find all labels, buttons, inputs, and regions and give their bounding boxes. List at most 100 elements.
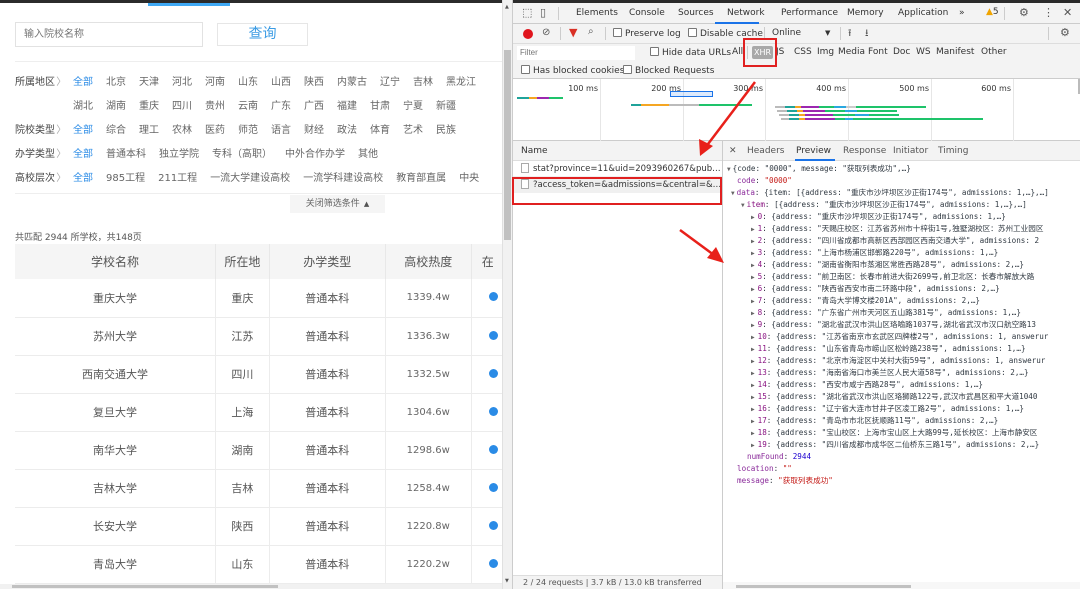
import-har-icon[interactable]: ⭱ (848, 26, 852, 43)
filter-option[interactable]: 内蒙古 (337, 73, 367, 88)
filter-option[interactable]: 天津 (139, 73, 159, 88)
settings-gear-icon[interactable]: ⚙ (1019, 6, 1029, 19)
close-detail-icon[interactable]: ✕ (729, 146, 737, 156)
filter-option[interactable]: 一流大学建设高校 (210, 169, 290, 184)
filter-option[interactable]: 重庆 (139, 97, 159, 112)
filter-option[interactable]: 985工程 (106, 169, 145, 184)
json-array-item[interactable]: ▶ 12: {address: "北京市海淀区中关村大街59号", admissi… (727, 355, 1080, 367)
json-array-item[interactable]: ▶ 4: {address: "湖南省衡阳市蒸湘区常胜西路28号", admiss… (727, 259, 1080, 271)
column-header-location[interactable]: 所在地 (215, 244, 270, 279)
expand-triangle-icon[interactable]: ▶ (751, 298, 755, 305)
filter-option[interactable]: 全部 (73, 73, 93, 88)
timeline-selection[interactable] (670, 91, 713, 97)
column-header-name[interactable]: Name (513, 141, 722, 161)
filter-option[interactable]: 中央 (459, 169, 479, 184)
json-array-item[interactable]: ▶ 11: {address: "山东省青岛市崂山区松岭路238号", admis… (727, 343, 1080, 355)
expand-triangle-icon[interactable]: ▼ (727, 166, 731, 173)
json-array-item[interactable]: ▶ 8: {address: "广东省广州市天河区五山路381号", admiss… (727, 307, 1080, 319)
chat-bubble-icon[interactable] (489, 444, 499, 454)
expand-triangle-icon[interactable]: ▶ (751, 418, 755, 425)
expand-triangle-icon[interactable]: ▶ (751, 274, 755, 281)
page-vertical-scrollbar[interactable]: ▲ ▼ (502, 0, 512, 589)
filter-option[interactable]: 新疆 (436, 97, 456, 112)
expand-triangle-icon[interactable]: ▶ (751, 334, 755, 341)
filter-option[interactable]: 中外合作办学 (285, 145, 345, 160)
close-filters-button[interactable]: 关闭筛选条件 ▲ (290, 195, 385, 213)
type-filter-js[interactable]: JS (776, 47, 784, 57)
table-row[interactable]: 长安大学 陕西 普通本科 1220.8w (15, 507, 506, 546)
query-button[interactable]: 查询 (217, 23, 308, 46)
school-name-cell[interactable]: 南华大学 (15, 431, 217, 470)
school-name-cell[interactable]: 西南交通大学 (15, 355, 217, 394)
school-name-cell[interactable]: 复旦大学 (15, 393, 217, 432)
chat-bubble-icon[interactable] (489, 520, 499, 530)
scroll-down-icon[interactable]: ▼ (505, 578, 509, 584)
expand-triangle-icon[interactable]: ▶ (751, 358, 755, 365)
filter-option[interactable]: 综合 (106, 121, 126, 136)
scrollbar-thumb[interactable] (12, 585, 278, 588)
chat-bubble-icon[interactable] (489, 292, 499, 302)
table-row[interactable]: 青岛大学 山东 普通本科 1220.2w (15, 545, 506, 584)
column-header-heat[interactable]: 高校热度 (385, 244, 472, 279)
filter-option[interactable]: 福建 (337, 97, 357, 112)
filter-option[interactable]: 湖南 (106, 97, 126, 112)
filter-option[interactable]: 北京 (106, 73, 126, 88)
expand-triangle-icon[interactable]: ▶ (751, 238, 755, 245)
expand-triangle-icon[interactable]: ▶ (751, 286, 755, 293)
json-array-item[interactable]: ▶ 6: {address: "陕西省西安市南二环路中段", admissions… (727, 283, 1080, 295)
filter-option[interactable]: 师范 (238, 121, 258, 136)
tab-network[interactable]: Network (727, 8, 765, 18)
filter-input[interactable] (517, 46, 635, 60)
filter-option[interactable]: 农林 (172, 121, 192, 136)
online-consult-cell[interactable] (471, 431, 506, 470)
has-blocked-cookies-checkbox[interactable]: Has blocked cookies (521, 65, 624, 76)
filter-option[interactable]: 艺术 (403, 121, 423, 136)
filter-option[interactable]: 211工程 (158, 169, 197, 184)
type-filter-all[interactable]: All (732, 47, 743, 57)
table-row[interactable]: 南华大学 湖南 普通本科 1298.6w (15, 431, 506, 470)
filter-option[interactable]: 全部 (73, 145, 93, 160)
filter-option[interactable]: 其他 (358, 145, 378, 160)
warnings-badge[interactable]: ▲5 (986, 7, 999, 17)
filter-option[interactable]: 全部 (73, 169, 93, 184)
column-header-name[interactable]: 学校名称 (15, 244, 217, 279)
chat-bubble-icon[interactable] (489, 368, 499, 378)
tab-response[interactable]: Response (843, 146, 886, 156)
close-devtools-icon[interactable]: ✕ (1063, 6, 1072, 19)
more-tabs-button[interactable]: » (959, 8, 965, 18)
filter-option[interactable]: 民族 (436, 121, 456, 136)
table-row[interactable]: 重庆大学 重庆 普通本科 1339.4w (15, 279, 506, 318)
chat-bubble-icon[interactable] (489, 330, 499, 340)
filter-option[interactable]: 理工 (139, 121, 159, 136)
blocked-requests-checkbox[interactable]: Blocked Requests (623, 65, 714, 76)
export-har-icon[interactable]: ⭳ (865, 26, 869, 43)
search-icon[interactable]: ⌕ (588, 26, 594, 37)
expand-triangle-icon[interactable]: ▶ (751, 214, 755, 221)
filter-option[interactable]: 河北 (172, 73, 192, 88)
tab-console[interactable]: Console (629, 8, 665, 18)
json-array-item[interactable]: ▶ 2: {address: "四川省成都市高新区西部园区西南交通大学", adm… (727, 235, 1080, 247)
json-array-item[interactable]: ▶ 17: {address: "青岛市市北区抚顺路11号", admission… (727, 415, 1080, 427)
json-array-item[interactable]: ▶ 18: {address: "宝山校区：上海市宝山区上大路99号,延长校区：上… (727, 427, 1080, 439)
filter-option[interactable]: 广西 (304, 97, 324, 112)
expand-triangle-icon[interactable]: ▶ (751, 370, 755, 377)
json-array-item[interactable]: ▶ 7: {address: "青岛大学博文楼201A", admissions:… (727, 295, 1080, 307)
filter-option[interactable]: 财经 (304, 121, 324, 136)
record-icon[interactable] (523, 29, 533, 39)
school-name-cell[interactable]: 长安大学 (15, 507, 217, 546)
filter-option[interactable]: 河南 (205, 73, 225, 88)
filter-option[interactable]: 吉林 (413, 73, 433, 88)
device-toolbar-icon[interactable]: ▯ (540, 6, 546, 19)
online-consult-cell[interactable] (471, 317, 506, 356)
network-settings-gear-icon[interactable]: ⚙ (1060, 26, 1070, 39)
throttling-select[interactable]: Online ▼ (772, 28, 830, 38)
json-array-item[interactable]: ▶ 0: {address: "重庆市沙坪坝区沙正街174号", admissio… (727, 211, 1080, 223)
preview-horizontal-scrollbar[interactable] (723, 582, 1080, 589)
tab-sources[interactable]: Sources (678, 8, 714, 18)
tab-timing[interactable]: Timing (938, 146, 968, 156)
filter-option[interactable]: 甘肃 (370, 97, 390, 112)
tab-headers[interactable]: Headers (747, 146, 784, 156)
filter-option[interactable]: 普通本科 (106, 145, 146, 160)
expand-triangle-icon[interactable]: ▼ (731, 190, 735, 197)
hide-data-urls-checkbox[interactable]: Hide data URLs (650, 47, 731, 58)
